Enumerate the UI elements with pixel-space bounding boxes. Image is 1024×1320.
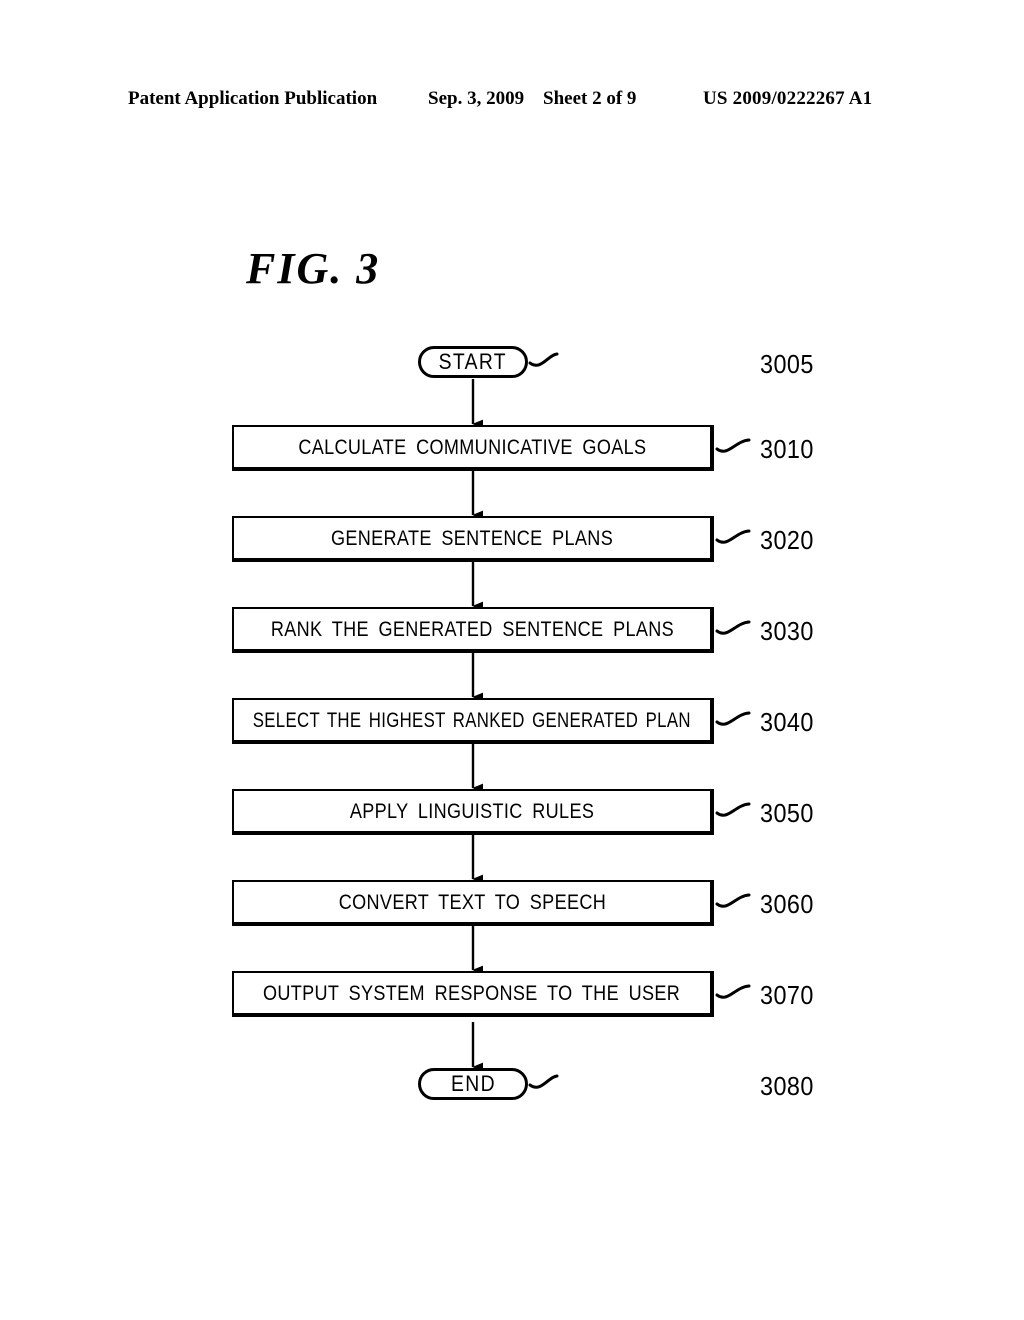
reference-numeral-3030: 3030	[760, 616, 814, 646]
flow-step-label: SELECT THE HIGHEST RANKED GENERATED PLAN	[252, 708, 692, 732]
reference-numeral-3005: 3005	[760, 349, 814, 379]
flow-step-label: OUTPUT SYSTEM RESPONSE TO THE USER	[263, 981, 681, 1005]
flowchart-figure-3: START 3005 CALCULATE COMMUNICATIVE GOALS…	[0, 0, 1024, 1320]
leader-3070	[715, 984, 751, 999]
reference-numeral-3070: 3070	[760, 980, 814, 1010]
flow-step-convert-text-to-speech[interactable]: CONVERT TEXT TO SPEECH	[232, 880, 714, 926]
reference-numeral-3010: 3010	[760, 434, 814, 464]
flow-step-output-system-response-to-the-user[interactable]: OUTPUT SYSTEM RESPONSE TO THE USER	[232, 971, 714, 1017]
flow-step-label: CALCULATE COMMUNICATIVE GOALS	[297, 435, 647, 459]
flow-node-end[interactable]: END	[418, 1068, 528, 1100]
flow-step-apply-linguistic-rules[interactable]: APPLY LINGUISTIC RULES	[232, 789, 714, 835]
flow-step-label: GENERATE SENTENCE PLANS	[330, 526, 614, 550]
flow-step-select-the-highest-ranked-generated-plan[interactable]: SELECT THE HIGHEST RANKED GENERATED PLAN	[232, 698, 714, 744]
flow-node-end-label: END	[450, 1071, 496, 1096]
flowchart-connectors-layer	[471, 352, 751, 1089]
reference-numeral-3020: 3020	[760, 525, 814, 555]
flow-step-generate-sentence-plans[interactable]: GENERATE SENTENCE PLANS	[232, 516, 714, 562]
flow-step-calculate-communicative-goals[interactable]: CALCULATE COMMUNICATIVE GOALS	[232, 425, 714, 471]
flow-step-rank-the-generated-sentence-plans[interactable]: RANK THE GENERATED SENTENCE PLANS	[232, 607, 714, 653]
leader-3020	[715, 529, 751, 544]
flow-step-label: APPLY LINGUISTIC RULES	[349, 799, 595, 823]
leader-3010	[715, 438, 751, 453]
reference-numeral-3060: 3060	[760, 889, 814, 919]
reference-numeral-3050: 3050	[760, 798, 814, 828]
leader-3080	[528, 1074, 559, 1089]
flow-node-start-label: START	[438, 349, 508, 374]
leader-3030	[715, 620, 751, 635]
leader-3040	[715, 711, 751, 726]
leader-3050	[715, 802, 751, 817]
leader-3060	[715, 893, 751, 908]
flow-step-label: CONVERT TEXT TO SPEECH	[338, 890, 606, 914]
reference-numeral-3040: 3040	[760, 707, 814, 737]
leader-3005	[528, 352, 559, 367]
flow-step-label: RANK THE GENERATED SENTENCE PLANS	[270, 617, 674, 641]
flow-node-start[interactable]: START	[418, 346, 528, 378]
reference-numeral-3080: 3080	[760, 1071, 814, 1101]
